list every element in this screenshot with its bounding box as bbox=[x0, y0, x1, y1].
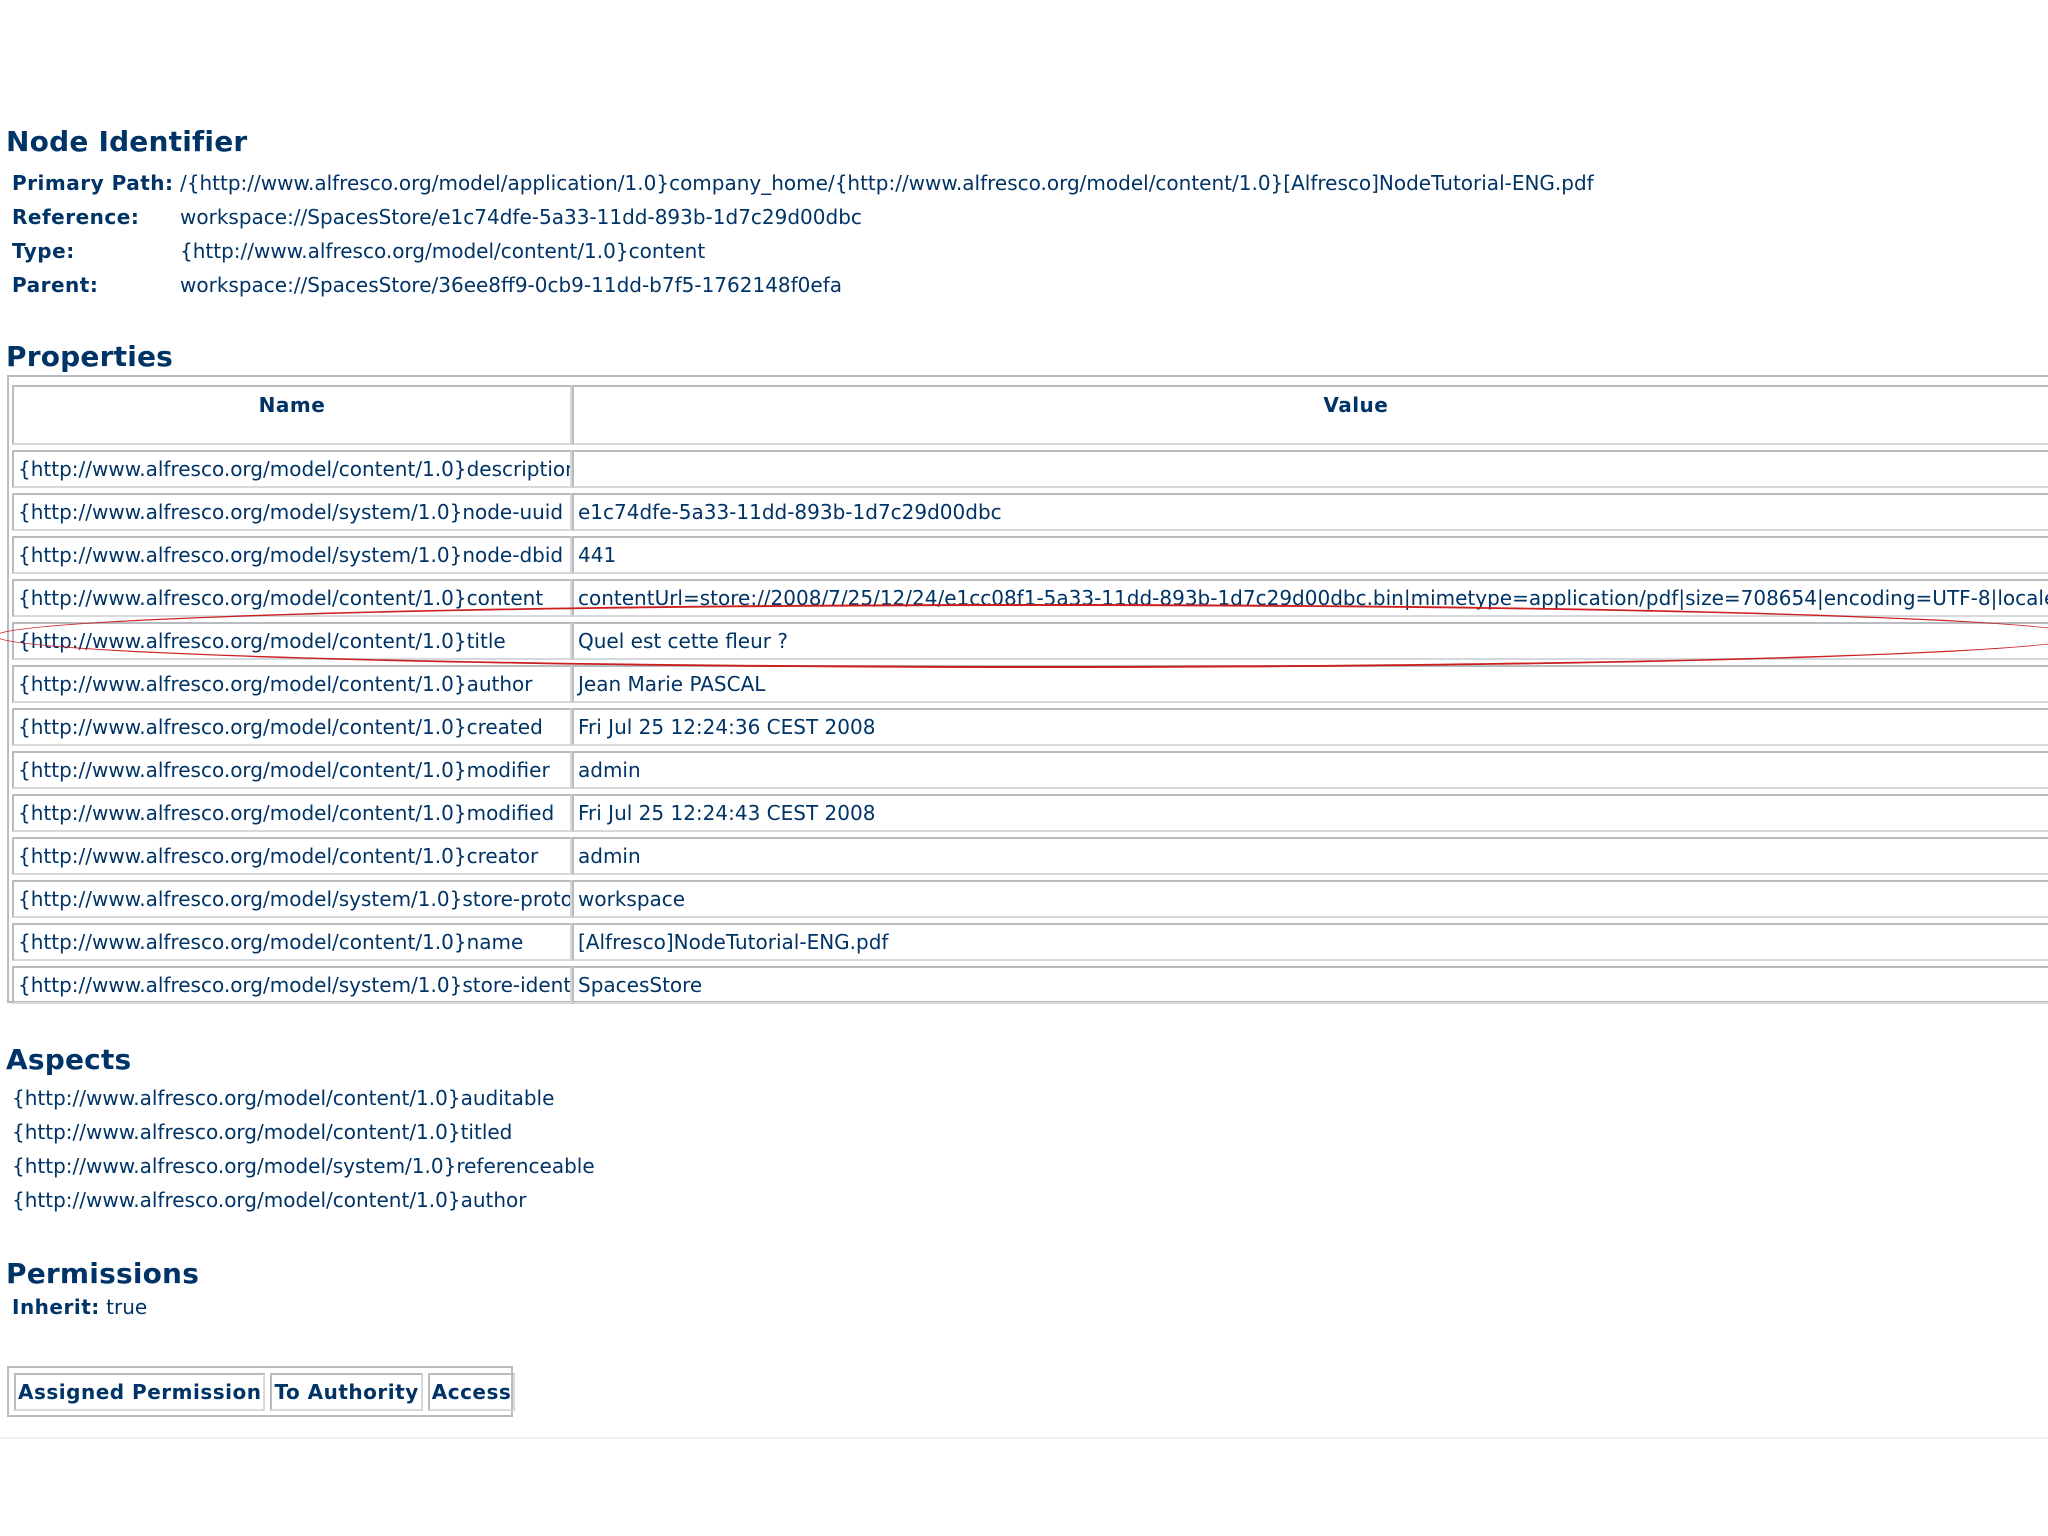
table-row: {http://www.alfresco.org/model/content/1… bbox=[12, 751, 2048, 789]
property-name: {http://www.alfresco.org/model/content/1… bbox=[12, 665, 572, 703]
property-value: Fri Jul 25 12:24:36 CEST 2008 bbox=[572, 708, 2048, 746]
reference-label: Reference: bbox=[12, 205, 140, 229]
property-name: {http://www.alfresco.org/model/content/1… bbox=[12, 751, 572, 789]
table-row: {http://www.alfresco.org/model/content/1… bbox=[12, 837, 2048, 875]
property-name: {http://www.alfresco.org/model/system/1.… bbox=[12, 966, 572, 1004]
property-name: {http://www.alfresco.org/model/content/1… bbox=[12, 622, 572, 660]
inherit-value: true bbox=[106, 1295, 148, 1319]
node-identifier-table: Primary Path: /{http://www.alfresco.org/… bbox=[12, 166, 1594, 302]
reference-row: Reference: workspace://SpacesStore/e1c74… bbox=[12, 200, 1594, 234]
type-value: {http://www.alfresco.org/model/content/1… bbox=[180, 239, 706, 263]
aspects-list: {http://www.alfresco.org/model/content/1… bbox=[12, 1081, 595, 1217]
property-value: Jean Marie PASCAL bbox=[572, 665, 2048, 703]
table-row-highlighted: {http://www.alfresco.org/model/content/1… bbox=[12, 622, 2048, 660]
property-name: {http://www.alfresco.org/model/system/1.… bbox=[12, 536, 572, 574]
table-row: {http://www.alfresco.org/model/system/1.… bbox=[12, 536, 2048, 574]
primary-path-row: Primary Path: /{http://www.alfresco.org/… bbox=[12, 166, 1594, 200]
property-value: SpacesStore bbox=[572, 966, 2048, 1004]
table-row: {http://www.alfresco.org/model/system/1.… bbox=[12, 966, 2048, 1004]
table-row: {http://www.alfresco.org/model/content/1… bbox=[12, 794, 2048, 832]
inherit-row: Inherit: true bbox=[12, 1295, 147, 1319]
type-row: Type: {http://www.alfresco.org/model/con… bbox=[12, 234, 1594, 268]
property-value: admin bbox=[572, 837, 2048, 875]
list-item: {http://www.alfresco.org/model/content/1… bbox=[12, 1086, 555, 1110]
node-identifier-heading: Node Identifier bbox=[6, 125, 248, 158]
value-column-header: Value bbox=[572, 385, 2048, 445]
node-browser-page: Node Identifier Primary Path: /{http://w… bbox=[0, 0, 2048, 1536]
primary-path-value: /{http://www.alfresco.org/model/applicat… bbox=[180, 171, 1594, 195]
name-column-header: Name bbox=[12, 385, 572, 445]
property-value: workspace bbox=[572, 880, 2048, 918]
property-name: {http://www.alfresco.org/model/content/1… bbox=[12, 837, 572, 875]
to-authority-header: To Authority bbox=[270, 1373, 423, 1411]
property-value bbox=[572, 450, 2048, 488]
parent-label: Parent: bbox=[12, 273, 99, 297]
permissions-table: Assigned Permission To Authority Access bbox=[9, 1373, 520, 1411]
property-value: Fri Jul 25 12:24:43 CEST 2008 bbox=[572, 794, 2048, 832]
page-divider bbox=[0, 1437, 2048, 1439]
property-value: e1c74dfe-5a33-11dd-893b-1d7c29d00dbc bbox=[572, 493, 2048, 531]
property-value: admin bbox=[572, 751, 2048, 789]
permissions-heading: Permissions bbox=[6, 1257, 200, 1290]
parent-value: workspace://SpacesStore/36ee8ff9-0cb9-11… bbox=[180, 273, 843, 297]
table-row: {http://www.alfresco.org/model/system/1.… bbox=[12, 880, 2048, 918]
properties-header-row: Name Value bbox=[12, 385, 2048, 445]
aspects-heading: Aspects bbox=[6, 1043, 132, 1076]
property-name: {http://www.alfresco.org/model/content/1… bbox=[12, 708, 572, 746]
property-name: {http://www.alfresco.org/model/content/1… bbox=[12, 923, 572, 961]
reference-value: workspace://SpacesStore/e1c74dfe-5a33-11… bbox=[180, 205, 862, 229]
access-header: Access bbox=[427, 1373, 516, 1411]
parent-row: Parent: workspace://SpacesStore/36ee8ff9… bbox=[12, 268, 1594, 302]
table-row: {http://www.alfresco.org/model/content/1… bbox=[12, 450, 2048, 488]
table-row: {http://www.alfresco.org/model/content/1… bbox=[12, 923, 2048, 961]
table-row: {http://www.alfresco.org/model/content/1… bbox=[12, 579, 2048, 617]
properties-heading: Properties bbox=[6, 340, 174, 373]
list-item: {http://www.alfresco.org/model/system/1.… bbox=[12, 1154, 595, 1178]
list-item: {http://www.alfresco.org/model/content/1… bbox=[12, 1188, 527, 1212]
type-label: Type: bbox=[12, 239, 75, 263]
property-name: {http://www.alfresco.org/model/content/1… bbox=[12, 450, 572, 488]
property-value: Quel est cette fleur ? bbox=[572, 622, 2048, 660]
property-value: [Alfresco]NodeTutorial-ENG.pdf bbox=[572, 923, 2048, 961]
table-row: {http://www.alfresco.org/model/system/1.… bbox=[12, 493, 2048, 531]
inherit-label: Inherit: bbox=[12, 1295, 100, 1319]
property-name: {http://www.alfresco.org/model/content/1… bbox=[12, 579, 572, 617]
property-name: {http://www.alfresco.org/model/system/1.… bbox=[12, 493, 572, 531]
primary-path-label: Primary Path: bbox=[12, 171, 174, 195]
property-value: contentUrl=store://2008/7/25/12/24/e1cc0… bbox=[572, 579, 2048, 617]
property-name: {http://www.alfresco.org/model/system/1.… bbox=[12, 880, 572, 918]
table-row: {http://www.alfresco.org/model/content/1… bbox=[12, 665, 2048, 703]
assigned-permission-header: Assigned Permission bbox=[14, 1373, 266, 1411]
property-name: {http://www.alfresco.org/model/content/1… bbox=[12, 794, 572, 832]
property-value: 441 bbox=[572, 536, 2048, 574]
permissions-header-row: Assigned Permission To Authority Access bbox=[14, 1373, 516, 1411]
list-item: {http://www.alfresco.org/model/content/1… bbox=[12, 1120, 513, 1144]
table-row: {http://www.alfresco.org/model/content/1… bbox=[12, 708, 2048, 746]
properties-table: Name Value {http://www.alfresco.org/mode… bbox=[12, 380, 2048, 1009]
